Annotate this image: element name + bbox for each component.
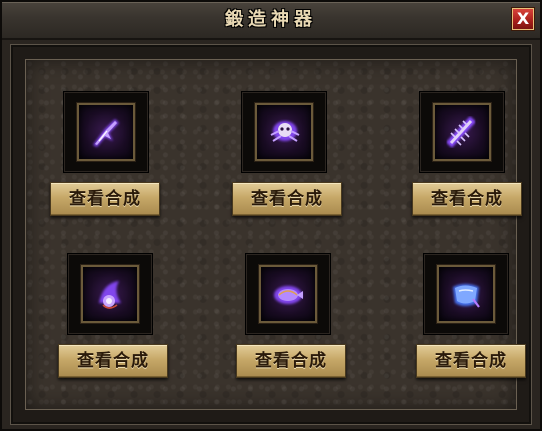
item-slot-1 (64, 92, 148, 172)
view-synthesis-button-6[interactable]: 查看合成 (416, 344, 526, 378)
purple-claw-weapon-icon (93, 119, 119, 147)
artifact-grid-panel: 查看合成 查看合成 查看合成 查看合成 查看合成 查看合成 (25, 59, 526, 410)
purple-orb-amulet-icon (99, 281, 121, 309)
view-synthesis-button-1[interactable]: 查看合成 (50, 182, 160, 216)
item-frame-1[interactable] (77, 103, 135, 161)
item-slot-2 (242, 92, 326, 172)
close-button[interactable]: X (512, 8, 534, 30)
item-frame-5[interactable] (259, 265, 317, 323)
window-title: 鍛造神器 (225, 9, 317, 30)
blue-gauntlet-icon (453, 284, 480, 308)
item-slot-4 (68, 254, 152, 334)
view-synthesis-button-5[interactable]: 查看合成 (236, 344, 346, 378)
forge-artifact-window: 鍛造神器 X 查看合成 查看合成 查看合成 查看合成 查看合成 查看合成 (0, 0, 542, 431)
content-frame: 查看合成 查看合成 查看合成 查看合成 查看合成 查看合成 (10, 44, 532, 425)
item-slot-3 (420, 92, 504, 172)
item-slot-6 (424, 254, 508, 334)
item-slot-5 (246, 254, 330, 334)
purple-spine-armor-icon (446, 116, 476, 148)
purple-skull-helm-icon (270, 121, 300, 142)
item-frame-6[interactable] (437, 265, 495, 323)
item-frame-3[interactable] (433, 103, 491, 161)
view-synthesis-button-2[interactable]: 查看合成 (232, 182, 342, 216)
item-frame-2[interactable] (255, 103, 313, 161)
purple-fish-bracer-icon (274, 286, 303, 304)
title-bar: 鍛造神器 X (2, 2, 540, 40)
view-synthesis-button-4[interactable]: 查看合成 (58, 344, 168, 378)
view-synthesis-button-3[interactable]: 查看合成 (412, 182, 522, 216)
item-frame-4[interactable] (81, 265, 139, 323)
